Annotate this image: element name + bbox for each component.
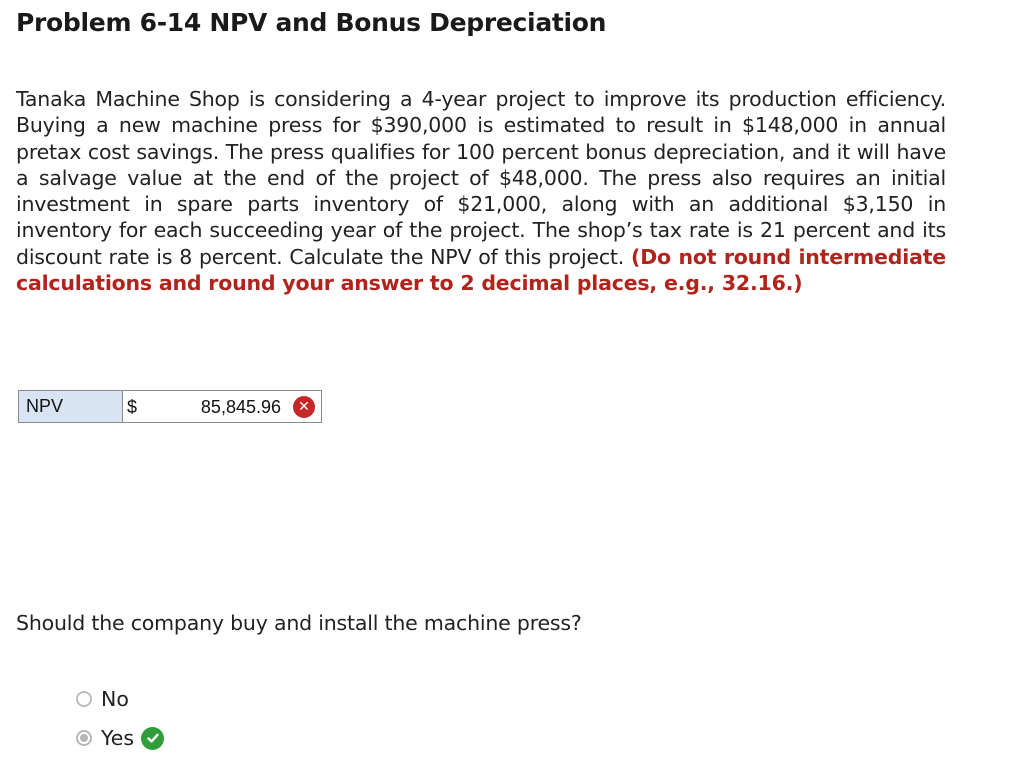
table-row: NPV $ 85,845.96 ✕ <box>18 390 322 423</box>
radio-yes[interactable] <box>76 730 92 746</box>
x-icon: ✕ <box>293 396 315 418</box>
check-icon <box>141 726 165 750</box>
currency-symbol: $ <box>127 397 138 417</box>
option-no[interactable]: No <box>76 686 129 712</box>
radio-no[interactable] <box>76 691 92 707</box>
question-text: Should the company buy and install the m… <box>16 611 582 635</box>
npv-label: NPV <box>18 390 123 423</box>
problem-body: Tanaka Machine Shop is considering a 4-y… <box>16 87 946 269</box>
npv-value: 85,845.96 <box>200 397 281 417</box>
problem-text: Tanaka Machine Shop is considering a 4-y… <box>16 86 946 296</box>
option-yes[interactable]: Yes <box>76 725 165 751</box>
option-yes-label: Yes <box>101 726 135 750</box>
page-title: Problem 6-14 NPV and Bonus Depreciation <box>16 8 607 37</box>
option-no-label: No <box>101 687 129 711</box>
npv-answer-field[interactable]: $ 85,845.96 ✕ <box>122 390 322 423</box>
answer-table: NPV $ 85,845.96 ✕ <box>18 390 322 423</box>
